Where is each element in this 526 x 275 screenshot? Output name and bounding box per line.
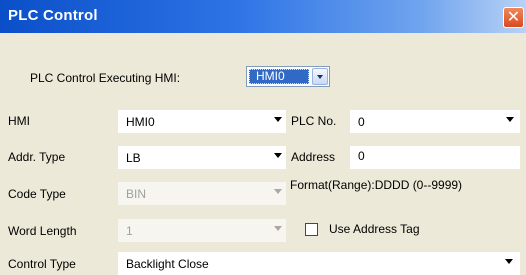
executing-hmi-value: HMI0 [249,69,309,84]
addr-type-select[interactable]: LB [118,146,286,169]
executing-hmi-label: PLC Control Executing HMI: [30,71,181,85]
addr-type-value: LB [126,151,141,165]
dialog-title: PLC Control [8,7,98,24]
plc-no-select[interactable]: 0 [350,110,520,133]
chevron-down-icon [317,75,323,79]
chevron-down-icon [274,153,282,158]
executing-hmi-dropdown-button[interactable] [312,68,328,85]
hmi-label: HMI [8,114,30,128]
executing-hmi-select[interactable]: HMI0 [246,66,330,87]
chevron-down-icon [505,259,513,264]
use-address-tag-checkbox[interactable] [305,223,318,236]
format-hint: Format(Range):DDDD (0--9999) [290,178,463,192]
close-button[interactable]: ✕ [503,7,524,28]
address-label: Address [291,150,336,164]
chevron-down-icon [274,117,282,122]
close-icon: ✕ [506,9,521,26]
hmi-value: HMI0 [126,115,155,129]
use-address-tag-label[interactable]: Use Address Tag [329,222,420,236]
code-type-value: BIN [126,187,147,201]
word-length-label: Word Length [8,224,77,238]
control-type-select[interactable]: Backlight Close [118,252,520,275]
hmi-select[interactable]: HMI0 [118,110,286,133]
address-value: 0 [358,149,365,163]
address-input[interactable]: 0 [350,146,520,169]
code-type-label: Code Type [8,187,66,201]
code-type-select[interactable]: BIN [118,182,286,205]
chevron-down-icon [506,117,514,122]
word-length-value: 1 [126,224,133,238]
control-type-value: Backlight Close [126,257,209,271]
addr-type-label: Addr. Type [8,150,66,164]
plc-no-value: 0 [358,115,365,129]
chevron-down-icon [274,226,282,231]
title-bar: PLC Control ✕ [0,0,526,33]
control-type-label: Control Type [8,257,76,271]
chevron-down-icon [274,189,282,194]
word-length-select[interactable]: 1 [118,219,286,242]
plc-no-label: PLC No. [291,114,337,128]
